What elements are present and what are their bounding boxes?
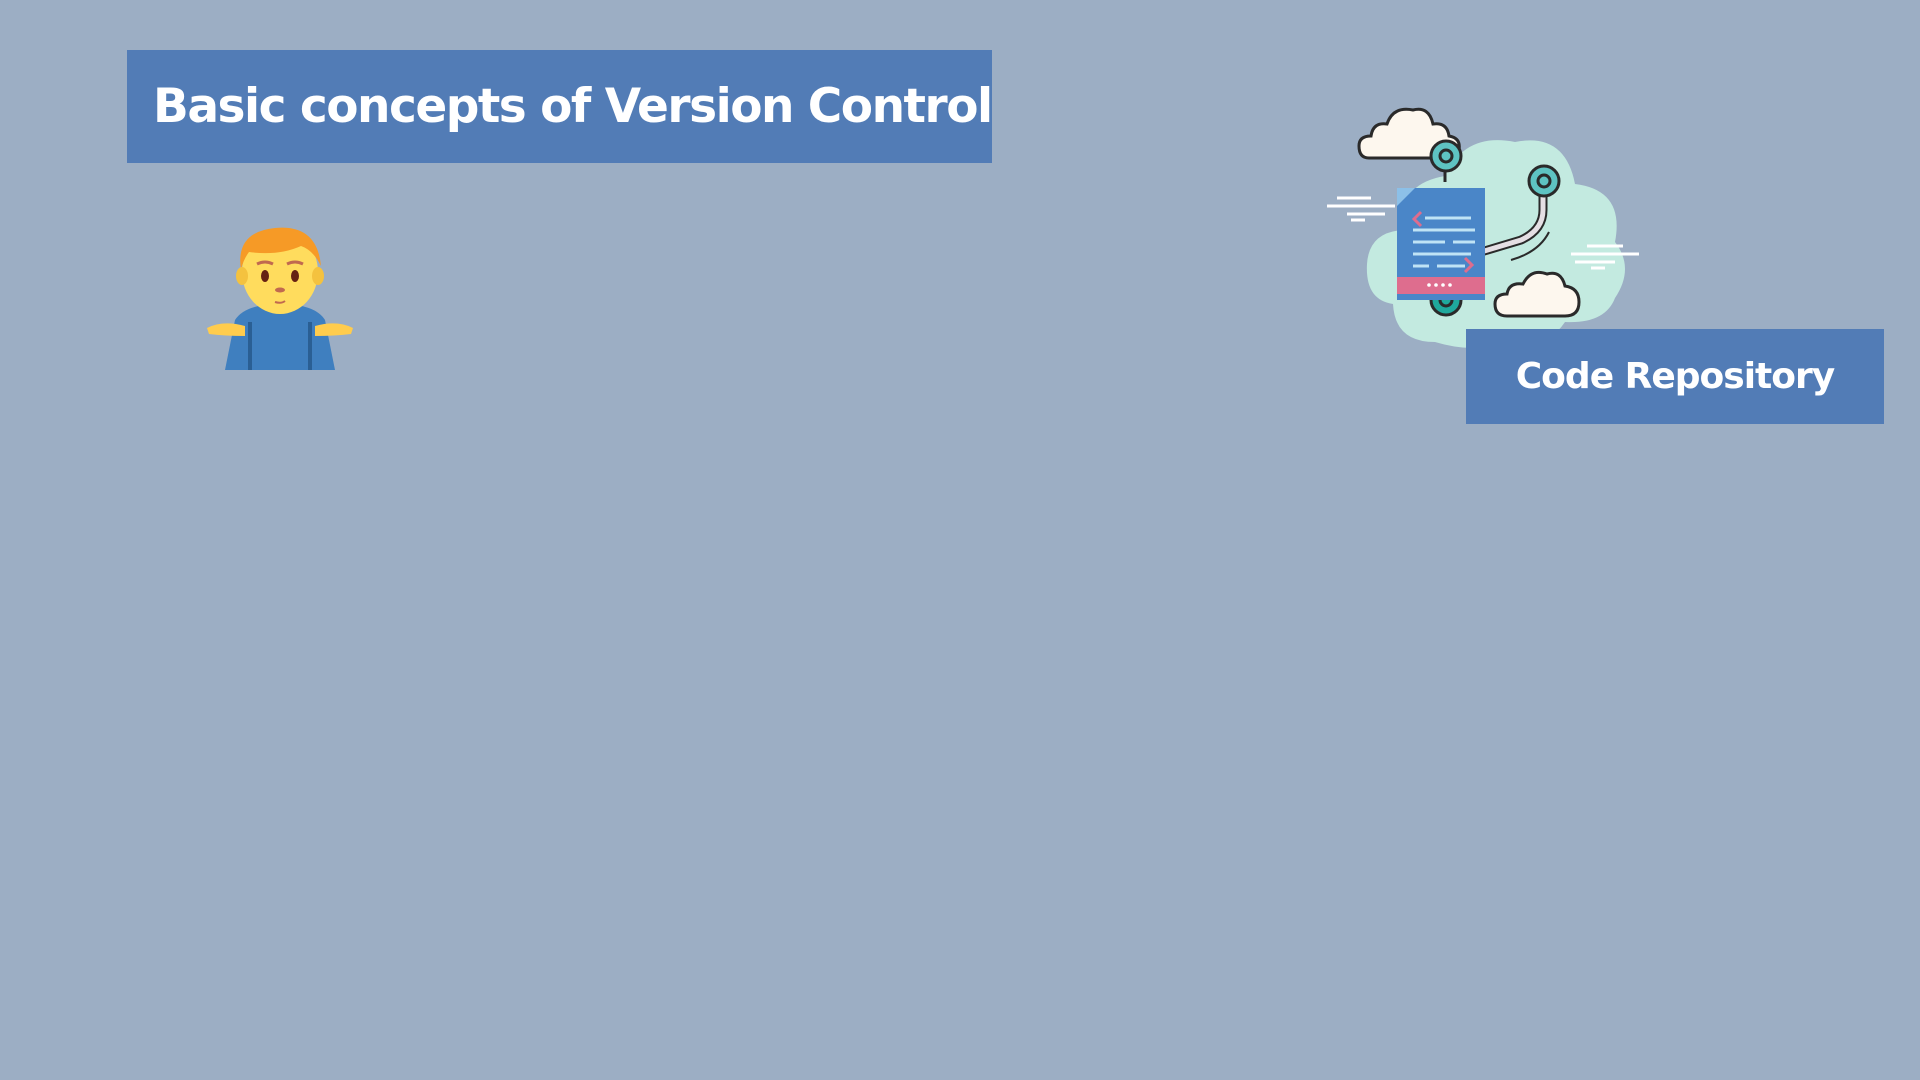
- title-banner: Basic concepts of Version Control: [127, 50, 993, 163]
- slide-title: Basic concepts of Version Control: [153, 79, 993, 134]
- code-repository-cloud-icon: [1327, 107, 1639, 348]
- code-repository-text: Code Repository: [1515, 356, 1835, 397]
- code-repository-label: Code Repository: [1466, 329, 1884, 424]
- slide: Basic concepts of Version Control Code R…: [0, 0, 1920, 1080]
- person-shrugging-icon: [207, 227, 353, 370]
